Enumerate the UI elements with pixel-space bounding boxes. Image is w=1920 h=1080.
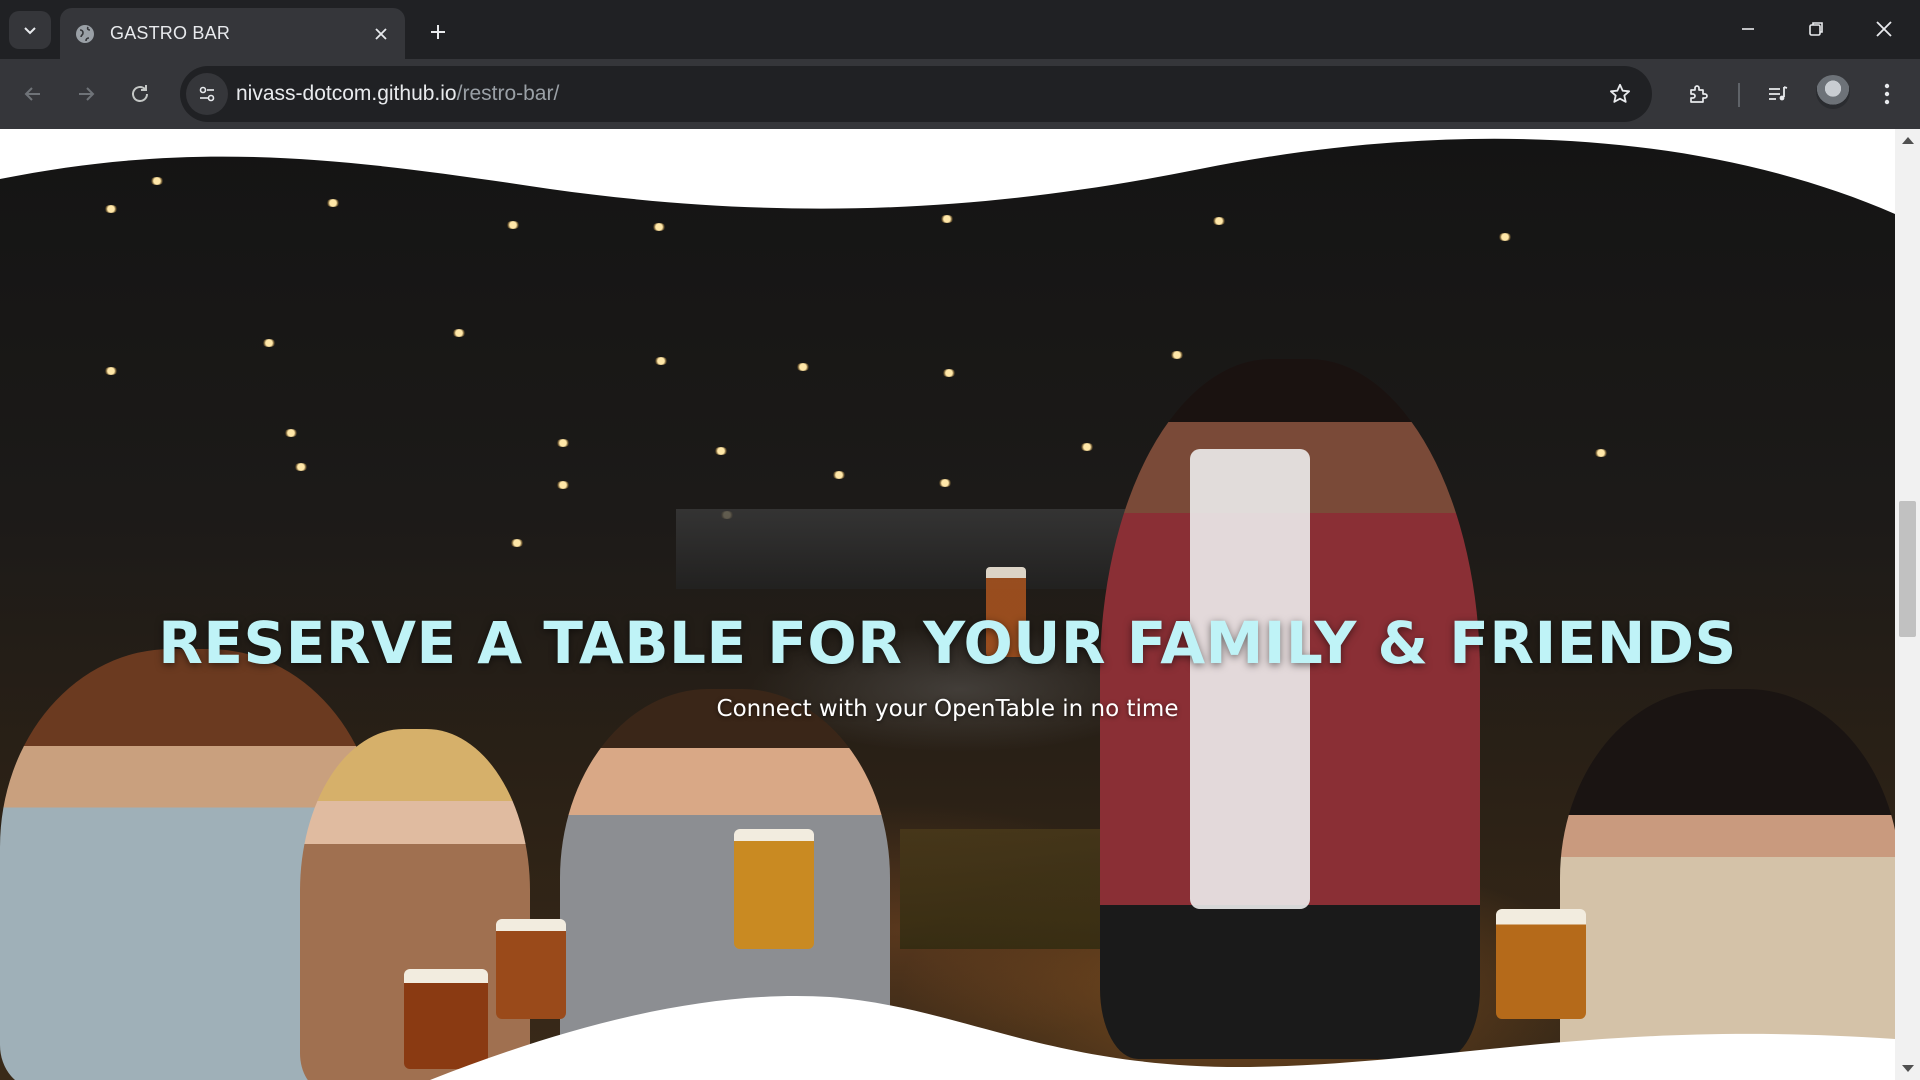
scroll-up-arrow[interactable] <box>1902 137 1914 144</box>
minimize-icon <box>1742 28 1754 30</box>
restore-button[interactable] <box>1782 6 1850 52</box>
bookmark-button[interactable] <box>1604 78 1636 110</box>
vertical-scrollbar[interactable] <box>1895 129 1920 1080</box>
tab-strip: GASTRO BAR <box>0 0 1920 59</box>
new-tab-button[interactable] <box>420 14 456 50</box>
active-tab[interactable]: GASTRO BAR <box>60 8 405 59</box>
back-button[interactable] <box>13 74 53 114</box>
scroll-thumb[interactable] <box>1899 501 1916 637</box>
more-vertical-icon <box>1884 83 1890 105</box>
reload-icon <box>132 85 148 102</box>
close-icon <box>1876 21 1892 37</box>
bottom-wave <box>0 995 1895 1080</box>
arrow-right-icon <box>79 87 95 101</box>
plus-icon <box>431 25 445 39</box>
close-window-button[interactable] <box>1850 6 1918 52</box>
chevron-down-icon <box>24 27 36 35</box>
address-bar[interactable]: nivass-dotcom.github.io/restro-bar/ <box>180 66 1652 122</box>
arrow-left-icon <box>24 87 40 101</box>
profile-avatar[interactable] <box>1816 75 1850 109</box>
tune-icon <box>199 86 215 102</box>
extensions-button[interactable] <box>1679 74 1719 114</box>
playlist-music-icon <box>1769 86 1788 101</box>
media-controls-button[interactable] <box>1758 74 1798 114</box>
page-viewport: RESERVE A TABLE FOR YOUR FAMILY & FRIEND… <box>0 129 1920 1080</box>
restore-icon <box>1809 22 1823 36</box>
puzzle-icon <box>1690 85 1708 103</box>
reload-button[interactable] <box>120 74 160 114</box>
site-info-button[interactable] <box>186 73 228 115</box>
minimize-button[interactable] <box>1714 6 1782 52</box>
url-path: /restro-bar/ <box>456 82 560 105</box>
scroll-down-arrow[interactable] <box>1902 1065 1914 1072</box>
tab-search-button[interactable] <box>9 11 51 49</box>
close-tab-button[interactable] <box>365 18 397 50</box>
forward-button[interactable] <box>66 74 106 114</box>
menu-button[interactable] <box>1867 74 1907 114</box>
star-icon <box>1610 83 1630 103</box>
close-icon <box>375 27 387 40</box>
hero-subline: Connect with your OpenTable in no time <box>716 696 1179 722</box>
globe-icon <box>76 24 94 43</box>
hero-section: RESERVE A TABLE FOR YOUR FAMILY & FRIEND… <box>0 129 1895 1080</box>
toolbar-divider <box>1738 83 1740 107</box>
hero-headline: RESERVE A TABLE FOR YOUR FAMILY & FRIEND… <box>158 609 1737 677</box>
url-text: nivass-dotcom.github.io/restro-bar/ <box>236 82 559 106</box>
browser-toolbar: nivass-dotcom.github.io/restro-bar/ <box>0 59 1920 129</box>
tab-title: GASTRO BAR <box>110 23 231 43</box>
top-wave <box>0 129 1895 214</box>
url-host: nivass-dotcom.github.io <box>236 82 457 105</box>
